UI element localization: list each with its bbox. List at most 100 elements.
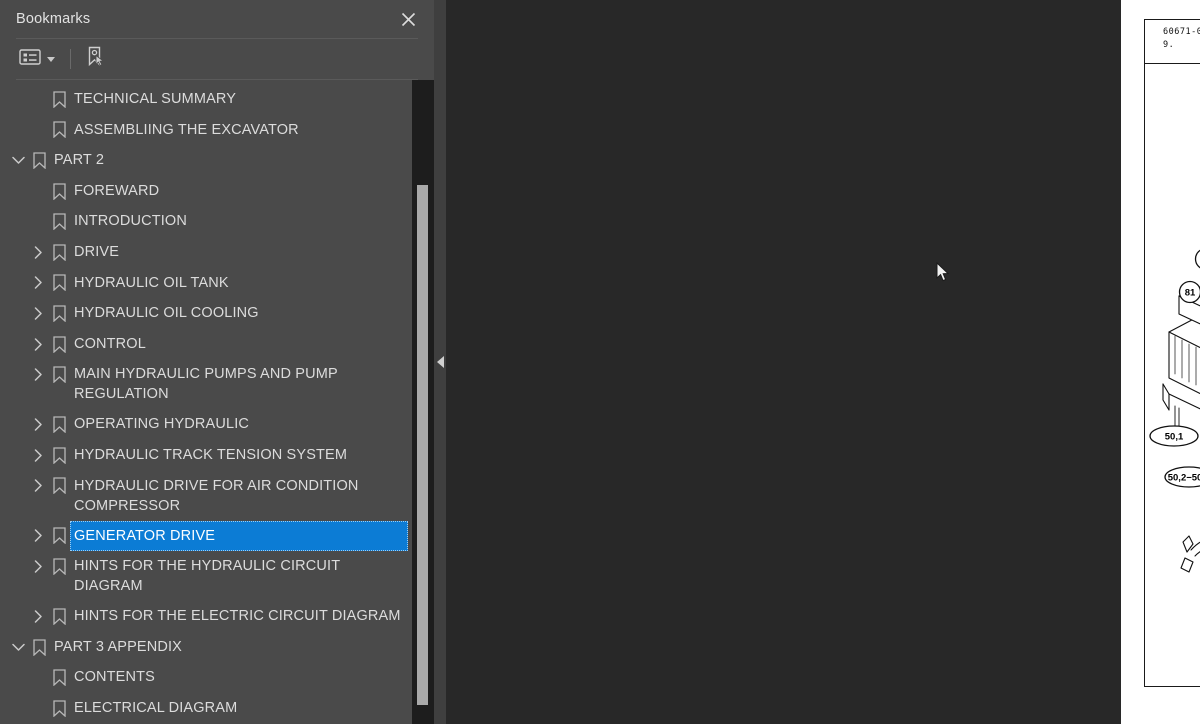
bookmark-icon xyxy=(48,601,70,632)
bookmark-label: HINTS FOR THE HYDRAULIC CIRCUIT DIAGRAM xyxy=(74,558,340,595)
chevron-right-icon[interactable] xyxy=(28,298,48,329)
callout-bubble xyxy=(1194,249,1200,269)
technical-drawing: Einstellschraube Förderstromregler Setti… xyxy=(1145,64,1200,684)
callout-label: 50,2−50,4 xyxy=(1168,473,1200,484)
bookmark-icon xyxy=(48,176,70,207)
chevron-right-icon[interactable] xyxy=(28,440,48,471)
bookmark-tree[interactable]: TECHNICAL SUMMARY ASSEMBLIING THE EXCAVAT… xyxy=(0,80,434,724)
bookmark-label: HYDRAULIC OIL TANK xyxy=(74,274,229,291)
chevron-right-icon[interactable] xyxy=(28,551,48,582)
panel-title: Bookmarks xyxy=(16,11,91,27)
bookmark-item-control[interactable]: CONTROL xyxy=(0,329,408,360)
chevron-right-icon[interactable] xyxy=(28,601,48,632)
bookmark-item-technical-summary[interactable]: TECHNICAL SUMMARY xyxy=(0,84,408,115)
bookmark-icon xyxy=(48,551,70,582)
drawing-sheet: 60671-09-04 9. MANNESMANN DEMAG Baumasch… xyxy=(1144,19,1200,687)
bookmark-icon xyxy=(48,115,70,146)
bookmark-item-drive[interactable]: DRIVE xyxy=(0,237,408,268)
chevron-right-icon[interactable] xyxy=(28,471,48,502)
bookmark-item-foreward[interactable]: FOREWARD xyxy=(0,176,408,207)
bookmark-label: MAIN HYDRAULIC PUMPS AND PUMP REGULATION xyxy=(74,366,338,403)
chevron-right-icon[interactable] xyxy=(28,268,48,299)
bookmark-item-hints-for-the-electric-circuit-diagram[interactable]: HINTS FOR THE ELECTRIC CIRCUIT DIAGRAM xyxy=(0,601,408,632)
drawing-number-cell: 60671-09-04 9. xyxy=(1145,20,1200,63)
bookmark-icon xyxy=(28,632,50,663)
bookmark-icon xyxy=(48,662,70,693)
drawing-number: 60671-09-04 xyxy=(1163,27,1200,37)
bookmark-label: PART 2 xyxy=(54,152,105,169)
callout-label: 81 xyxy=(1185,288,1196,299)
bookmark-item-main-hydraulic-pumps-and-pump-regulation[interactable]: MAIN HYDRAULIC PUMPS AND PUMP REGULATION xyxy=(0,359,408,409)
mouse-pointer-icon xyxy=(936,261,950,283)
bookmark-icon xyxy=(48,329,70,360)
bookmark-item-operating-hydraulic[interactable]: OPERATING HYDRAULIC xyxy=(0,409,408,440)
bookmark-item-electrical-diagram[interactable]: ELECTRICAL DIAGRAM xyxy=(0,693,408,724)
chevron-down-icon[interactable] xyxy=(8,632,28,663)
bookmark-label: CONTENTS xyxy=(74,669,155,686)
bookmark-label: FOREWARD xyxy=(74,182,160,199)
chevron-right-icon[interactable] xyxy=(28,359,48,390)
bookmark-label: CONTROL xyxy=(74,335,146,352)
bookmark-item-part-2[interactable]: PART 2 xyxy=(0,145,408,176)
bookmark-label: GENERATOR DRIVE xyxy=(70,520,408,551)
bookmark-icon xyxy=(48,206,70,237)
bookmark-label: HINTS FOR THE ELECTRIC CIRCUIT DIAGRAM xyxy=(74,608,401,625)
bookmark-label: HYDRAULIC TRACK TENSION SYSTEM xyxy=(74,446,348,463)
bookmark-item-hydraulic-drive-for-air-condition-compressor[interactable]: HYDRAULIC DRIVE FOR AIR CONDITION COMPRE… xyxy=(0,471,408,521)
new-bookmark-icon xyxy=(86,46,106,73)
pdf-page[interactable]: 60671-09-04 9. MANNESMANN DEMAG Baumasch… xyxy=(1121,0,1200,724)
chevron-down-icon xyxy=(47,56,55,62)
bookmark-icon xyxy=(48,359,70,390)
callout-label: 50,1 xyxy=(1165,432,1184,443)
list-options-icon xyxy=(19,48,41,71)
bookmark-item-hydraulic-oil-tank[interactable]: HYDRAULIC OIL TANK xyxy=(0,268,408,299)
bookmark-item-generator-drive[interactable]: GENERATOR DRIVE xyxy=(0,520,408,552)
bookmarks-scrollbar-track[interactable] xyxy=(412,80,434,724)
bookmark-icon xyxy=(48,298,70,329)
document-viewer: 60671-09-04 9. MANNESMANN DEMAG Baumasch… xyxy=(434,0,1200,724)
new-bookmark-button[interactable] xyxy=(83,46,109,72)
bookmark-item-hydraulic-oil-cooling[interactable]: HYDRAULIC OIL COOLING xyxy=(0,298,408,329)
bookmark-icon xyxy=(48,237,70,268)
bookmark-label: ASSEMBLIING THE EXCAVATOR xyxy=(74,121,299,138)
bookmark-label: TECHNICAL SUMMARY xyxy=(74,91,237,107)
chevron-down-icon[interactable] xyxy=(8,145,28,176)
bookmark-icon xyxy=(48,268,70,299)
bookmarks-toolbar xyxy=(0,39,434,79)
bookmark-item-contents[interactable]: CONTENTS xyxy=(0,662,408,693)
bookmark-icon xyxy=(48,521,70,552)
bookmark-item-assembliing-the-excavator[interactable]: ASSEMBLIING THE EXCAVATOR xyxy=(0,115,408,146)
bookmark-label: ELECTRICAL DIAGRAM xyxy=(74,699,238,716)
bookmark-item-introduction[interactable]: INTRODUCTION xyxy=(0,206,408,237)
close-icon[interactable] xyxy=(396,7,420,31)
collapse-left-icon[interactable] xyxy=(434,0,446,724)
bookmark-label: HYDRAULIC DRIVE FOR AIR CONDITION COMPRE… xyxy=(74,477,359,514)
bookmark-icon xyxy=(48,693,70,724)
bookmark-item-hydraulic-track-tension-system[interactable]: HYDRAULIC TRACK TENSION SYSTEM xyxy=(0,440,408,471)
bookmark-icon xyxy=(28,145,50,176)
bookmark-icon xyxy=(48,409,70,440)
bookmark-options-button[interactable] xyxy=(16,46,58,72)
chevron-right-icon[interactable] xyxy=(28,521,48,552)
bookmark-label: HYDRAULIC OIL COOLING xyxy=(74,305,259,322)
bookmark-icon xyxy=(48,440,70,471)
diagram-linework: AH8081D2773150,150,2−50,4M1577Y49B607961… xyxy=(1149,249,1200,573)
chevron-right-icon[interactable] xyxy=(28,329,48,360)
bookmark-item-part-3-appendix[interactable]: PART 3 APPENDIX xyxy=(0,632,408,663)
bookmarks-scrollbar-thumb[interactable] xyxy=(417,185,428,705)
bookmarks-panel-header: Bookmarks xyxy=(0,0,434,38)
bookmark-tree-container: TECHNICAL SUMMARY ASSEMBLIING THE EXCAVAT… xyxy=(0,80,434,724)
sheet-number: 9. xyxy=(1163,40,1175,50)
bookmark-item-hints-for-the-hydraulic-circuit-diagram[interactable]: HINTS FOR THE HYDRAULIC CIRCUIT DIAGRAM xyxy=(0,551,408,601)
title-block: 60671-09-04 9. MANNESMANN DEMAG Baumasch… xyxy=(1145,20,1200,64)
toolbar-separator xyxy=(70,49,71,69)
chevron-right-icon[interactable] xyxy=(28,409,48,440)
bookmark-label: INTRODUCTION xyxy=(74,213,187,230)
bookmark-label: PART 3 APPENDIX xyxy=(54,638,182,655)
bookmark-label: OPERATING HYDRAULIC xyxy=(74,416,249,433)
pdf-viewer-window: Bookmarks TECHNICAL SUMMARY ASSEMBLIING … xyxy=(0,0,1200,724)
bookmarks-panel: Bookmarks TECHNICAL SUMMARY ASSEMBLIING … xyxy=(0,0,434,724)
chevron-right-icon[interactable] xyxy=(28,237,48,268)
bookmark-label: DRIVE xyxy=(74,243,120,260)
triangle-left-icon xyxy=(436,356,444,368)
